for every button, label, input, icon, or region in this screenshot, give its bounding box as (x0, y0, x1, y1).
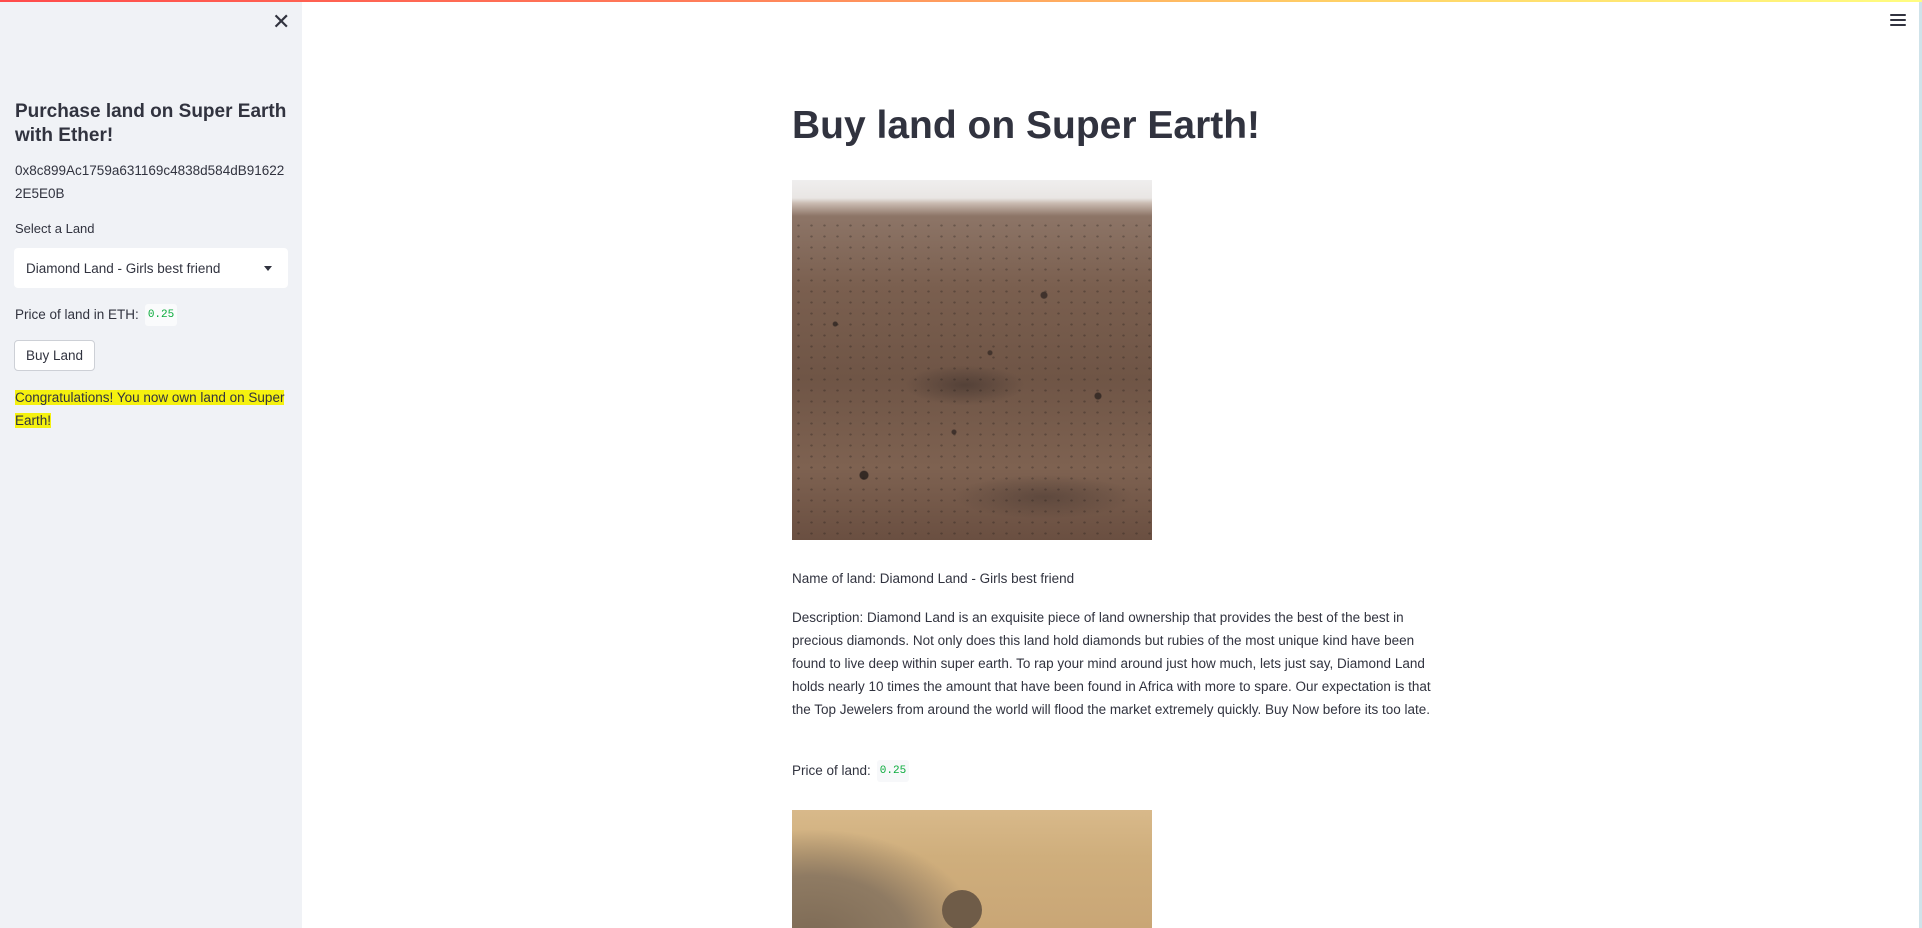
land-price-label: Price of land: (792, 763, 871, 778)
sidebar-price: Price of land in ETH: 0.25 (15, 304, 178, 326)
price-value: 0.25 (144, 304, 178, 326)
account-address: 0x8c899Ac1759a631169c4838d584dB916222E5E… (15, 163, 285, 201)
land-price-value: 0.25 (876, 760, 910, 782)
close-icon[interactable]: ✕ (272, 10, 290, 34)
land-select[interactable]: Diamond Land - Girls best friend (14, 248, 288, 288)
hamburger-menu-icon[interactable] (1890, 14, 1906, 28)
success-message-text: Congratulations! You now own land on Sup… (15, 390, 285, 428)
top-decoration-bar (0, 0, 1922, 2)
land-image (792, 180, 1152, 540)
sidebar: ✕ Purchase land on Super Earth with Ethe… (0, 0, 302, 928)
selected-land-value: Diamond Land - Girls best friend (26, 260, 221, 276)
land-price: Price of land: 0.25 (792, 760, 910, 782)
page-title: Buy land on Super Earth! (792, 104, 1261, 147)
chevron-down-icon (264, 265, 272, 271)
price-label: Price of land in ETH: (15, 307, 139, 322)
buy-land-button[interactable]: Buy Land (14, 340, 96, 371)
sidebar-title: Purchase land on Super Earth with Ether! (15, 101, 287, 146)
select-land-label: Select a Land (15, 221, 95, 236)
land-name: Name of land: Diamond Land - Girls best … (792, 571, 1075, 586)
land-description: Description: Diamond Land is an exquisit… (792, 610, 1431, 717)
next-land-image (792, 810, 1152, 928)
success-message: Congratulations! You now own land on Sup… (15, 386, 287, 432)
